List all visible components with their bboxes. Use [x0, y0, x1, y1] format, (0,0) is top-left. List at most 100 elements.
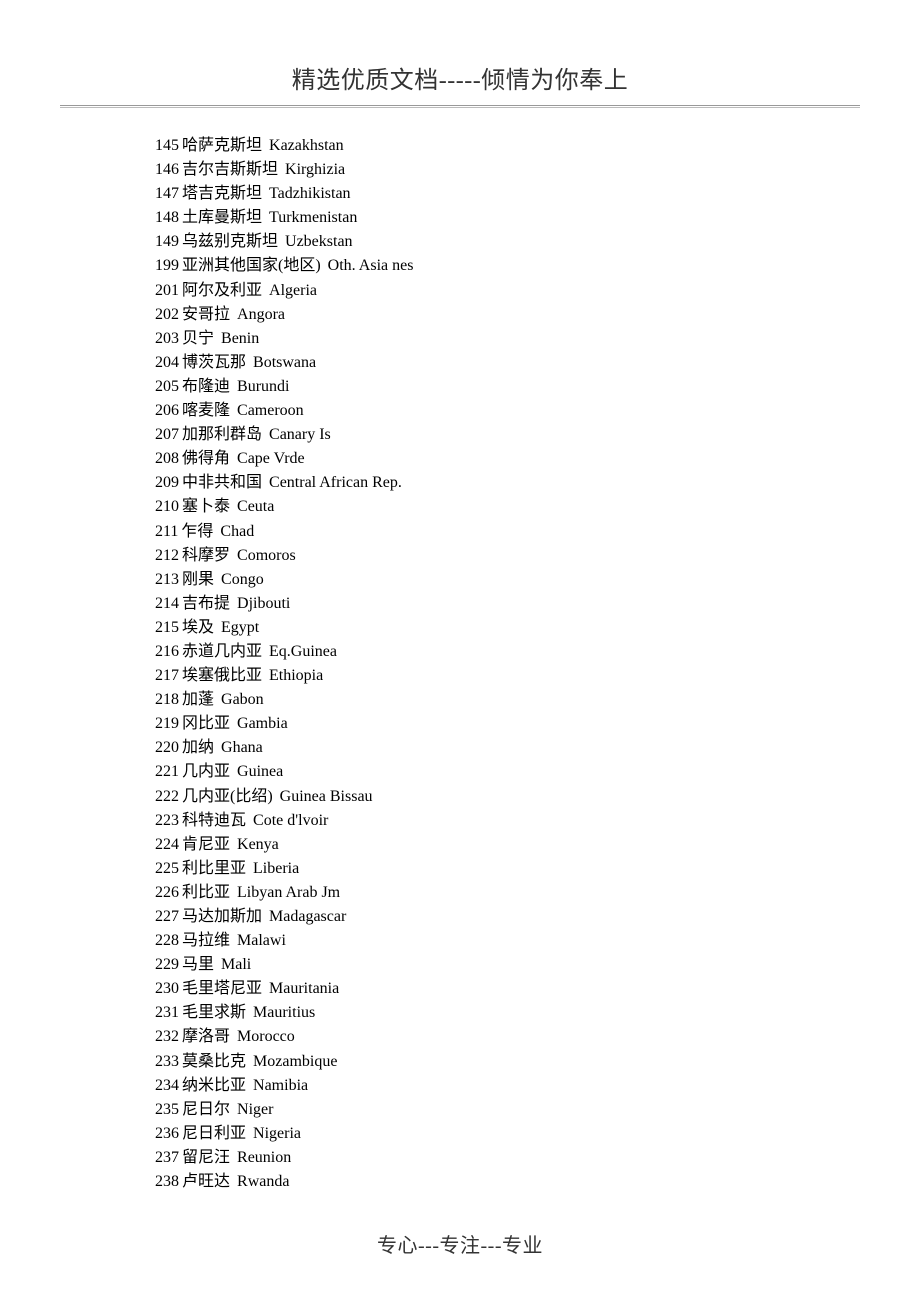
country-code: 225	[155, 860, 179, 877]
country-code: 209	[155, 474, 179, 491]
country-code: 231	[155, 1004, 179, 1021]
list-item: 231毛里求斯 Mauritius	[155, 1001, 860, 1025]
list-item: 211乍得 Chad	[155, 520, 860, 544]
list-item: 230毛里塔尼亚 Mauritania	[155, 977, 860, 1001]
country-code: 207	[155, 426, 179, 443]
country-code: 205	[155, 378, 179, 395]
page-header: 精选优质文档-----倾情为你奉上	[60, 60, 860, 106]
country-code: 148	[155, 209, 179, 226]
country-name-en: Morocco	[237, 1028, 295, 1045]
list-item: 222几内亚(比绍) Guinea Bissau	[155, 785, 860, 809]
country-name-en: Gambia	[237, 715, 288, 732]
country-name-cn: 埃及	[182, 619, 214, 636]
country-code: 232	[155, 1028, 179, 1045]
country-name-cn: 佛得角	[182, 450, 230, 467]
country-name-cn: 几内亚	[182, 763, 230, 780]
country-name-en: Benin	[221, 330, 259, 347]
country-code: 237	[155, 1149, 179, 1166]
country-code: 218	[155, 691, 179, 708]
list-item: 205布隆迪 Burundi	[155, 375, 860, 399]
country-name-en: Mauritania	[269, 980, 339, 997]
country-code: 201	[155, 282, 179, 299]
country-name-cn: 毛里塔尼亚	[182, 980, 262, 997]
list-item: 148土库曼斯坦 Turkmenistan	[155, 206, 860, 230]
country-name-cn: 留尼汪	[182, 1149, 230, 1166]
country-name-en: Ethiopia	[269, 667, 323, 684]
country-name-cn: 贝宁	[182, 330, 214, 347]
country-name-en: Mali	[221, 956, 251, 973]
country-name-en: Egypt	[221, 619, 259, 636]
country-name-cn: 纳米比亚	[182, 1077, 246, 1094]
country-name-en: Djibouti	[237, 595, 290, 612]
list-item: 237留尼汪 Reunion	[155, 1146, 860, 1170]
country-code: 146	[155, 161, 179, 178]
country-name-en: Guinea Bissau	[280, 788, 373, 805]
country-name-cn: 中非共和国	[182, 474, 262, 491]
list-item: 218加蓬 Gabon	[155, 688, 860, 712]
country-name-cn: 塞卜泰	[182, 498, 230, 515]
country-name-en: Niger	[237, 1101, 273, 1118]
country-code: 208	[155, 450, 179, 467]
country-code: 199	[155, 257, 179, 274]
list-item: 228马拉维 Malawi	[155, 929, 860, 953]
country-code: 222	[155, 788, 179, 805]
list-item: 146吉尔吉斯斯坦 Kirghizia	[155, 158, 860, 182]
country-name-en: Malawi	[237, 932, 286, 949]
country-name-cn: 吉尔吉斯斯坦	[182, 161, 278, 178]
country-name-cn: 布隆迪	[182, 378, 230, 395]
country-code: 211	[155, 523, 178, 540]
list-item: 224肯尼亚 Kenya	[155, 833, 860, 857]
country-name-cn: 塔吉克斯坦	[182, 185, 262, 202]
country-code: 236	[155, 1125, 179, 1142]
country-name-cn: 乌兹别克斯坦	[182, 233, 278, 250]
country-code: 213	[155, 571, 179, 588]
country-name-cn: 冈比亚	[182, 715, 230, 732]
country-name-cn: 加那利群岛	[182, 426, 262, 443]
country-code: 216	[155, 643, 179, 660]
country-code: 224	[155, 836, 179, 853]
country-name-en: Gabon	[221, 691, 264, 708]
country-name-en: Ghana	[221, 739, 263, 756]
country-code: 230	[155, 980, 179, 997]
country-name-en: Uzbekstan	[285, 233, 353, 250]
country-name-en: Libyan Arab Jm	[237, 884, 340, 901]
page-footer: 专心---专注---专业	[0, 1229, 920, 1258]
country-name-cn: 几内亚(比绍)	[182, 788, 273, 805]
country-name-en: Chad	[220, 523, 254, 540]
list-item: 223科特迪瓦 Cote d'lvoir	[155, 809, 860, 833]
country-name-cn: 刚果	[182, 571, 214, 588]
country-name-cn: 肯尼亚	[182, 836, 230, 853]
country-name-cn: 利比亚	[182, 884, 230, 901]
list-item: 210塞卜泰 Ceuta	[155, 495, 860, 519]
country-name-cn: 吉布提	[182, 595, 230, 612]
list-item: 225利比里亚 Liberia	[155, 857, 860, 881]
list-item: 149乌兹别克斯坦 Uzbekstan	[155, 230, 860, 254]
list-item: 217埃塞俄比亚 Ethiopia	[155, 664, 860, 688]
country-name-en: Kenya	[237, 836, 279, 853]
country-name-en: Botswana	[253, 354, 316, 371]
country-name-en: Cote d'lvoir	[253, 812, 328, 829]
country-name-cn: 利比里亚	[182, 860, 246, 877]
country-code: 228	[155, 932, 179, 949]
list-item: 145哈萨克斯坦 Kazakhstan	[155, 134, 860, 158]
country-code: 217	[155, 667, 179, 684]
country-name-en: Kirghizia	[285, 161, 345, 178]
country-name-cn: 土库曼斯坦	[182, 209, 262, 226]
list-item: 202安哥拉 Angora	[155, 303, 860, 327]
country-code: 219	[155, 715, 179, 732]
country-code: 203	[155, 330, 179, 347]
country-name-en: Namibia	[253, 1077, 308, 1094]
country-name-en: Turkmenistan	[269, 209, 357, 226]
country-name-cn: 马里	[182, 956, 214, 973]
country-name-en: Madagascar	[269, 908, 346, 925]
country-name-cn: 安哥拉	[182, 306, 230, 323]
list-item: 229马里 Mali	[155, 953, 860, 977]
list-item: 206喀麦隆 Cameroon	[155, 399, 860, 423]
country-name-cn: 加蓬	[182, 691, 214, 708]
country-code: 226	[155, 884, 179, 901]
country-name-en: Ceuta	[237, 498, 274, 515]
country-name-cn: 乍得	[181, 523, 213, 540]
country-name-en: Reunion	[237, 1149, 291, 1166]
country-code: 223	[155, 812, 179, 829]
country-name-en: Oth. Asia nes	[328, 257, 414, 274]
